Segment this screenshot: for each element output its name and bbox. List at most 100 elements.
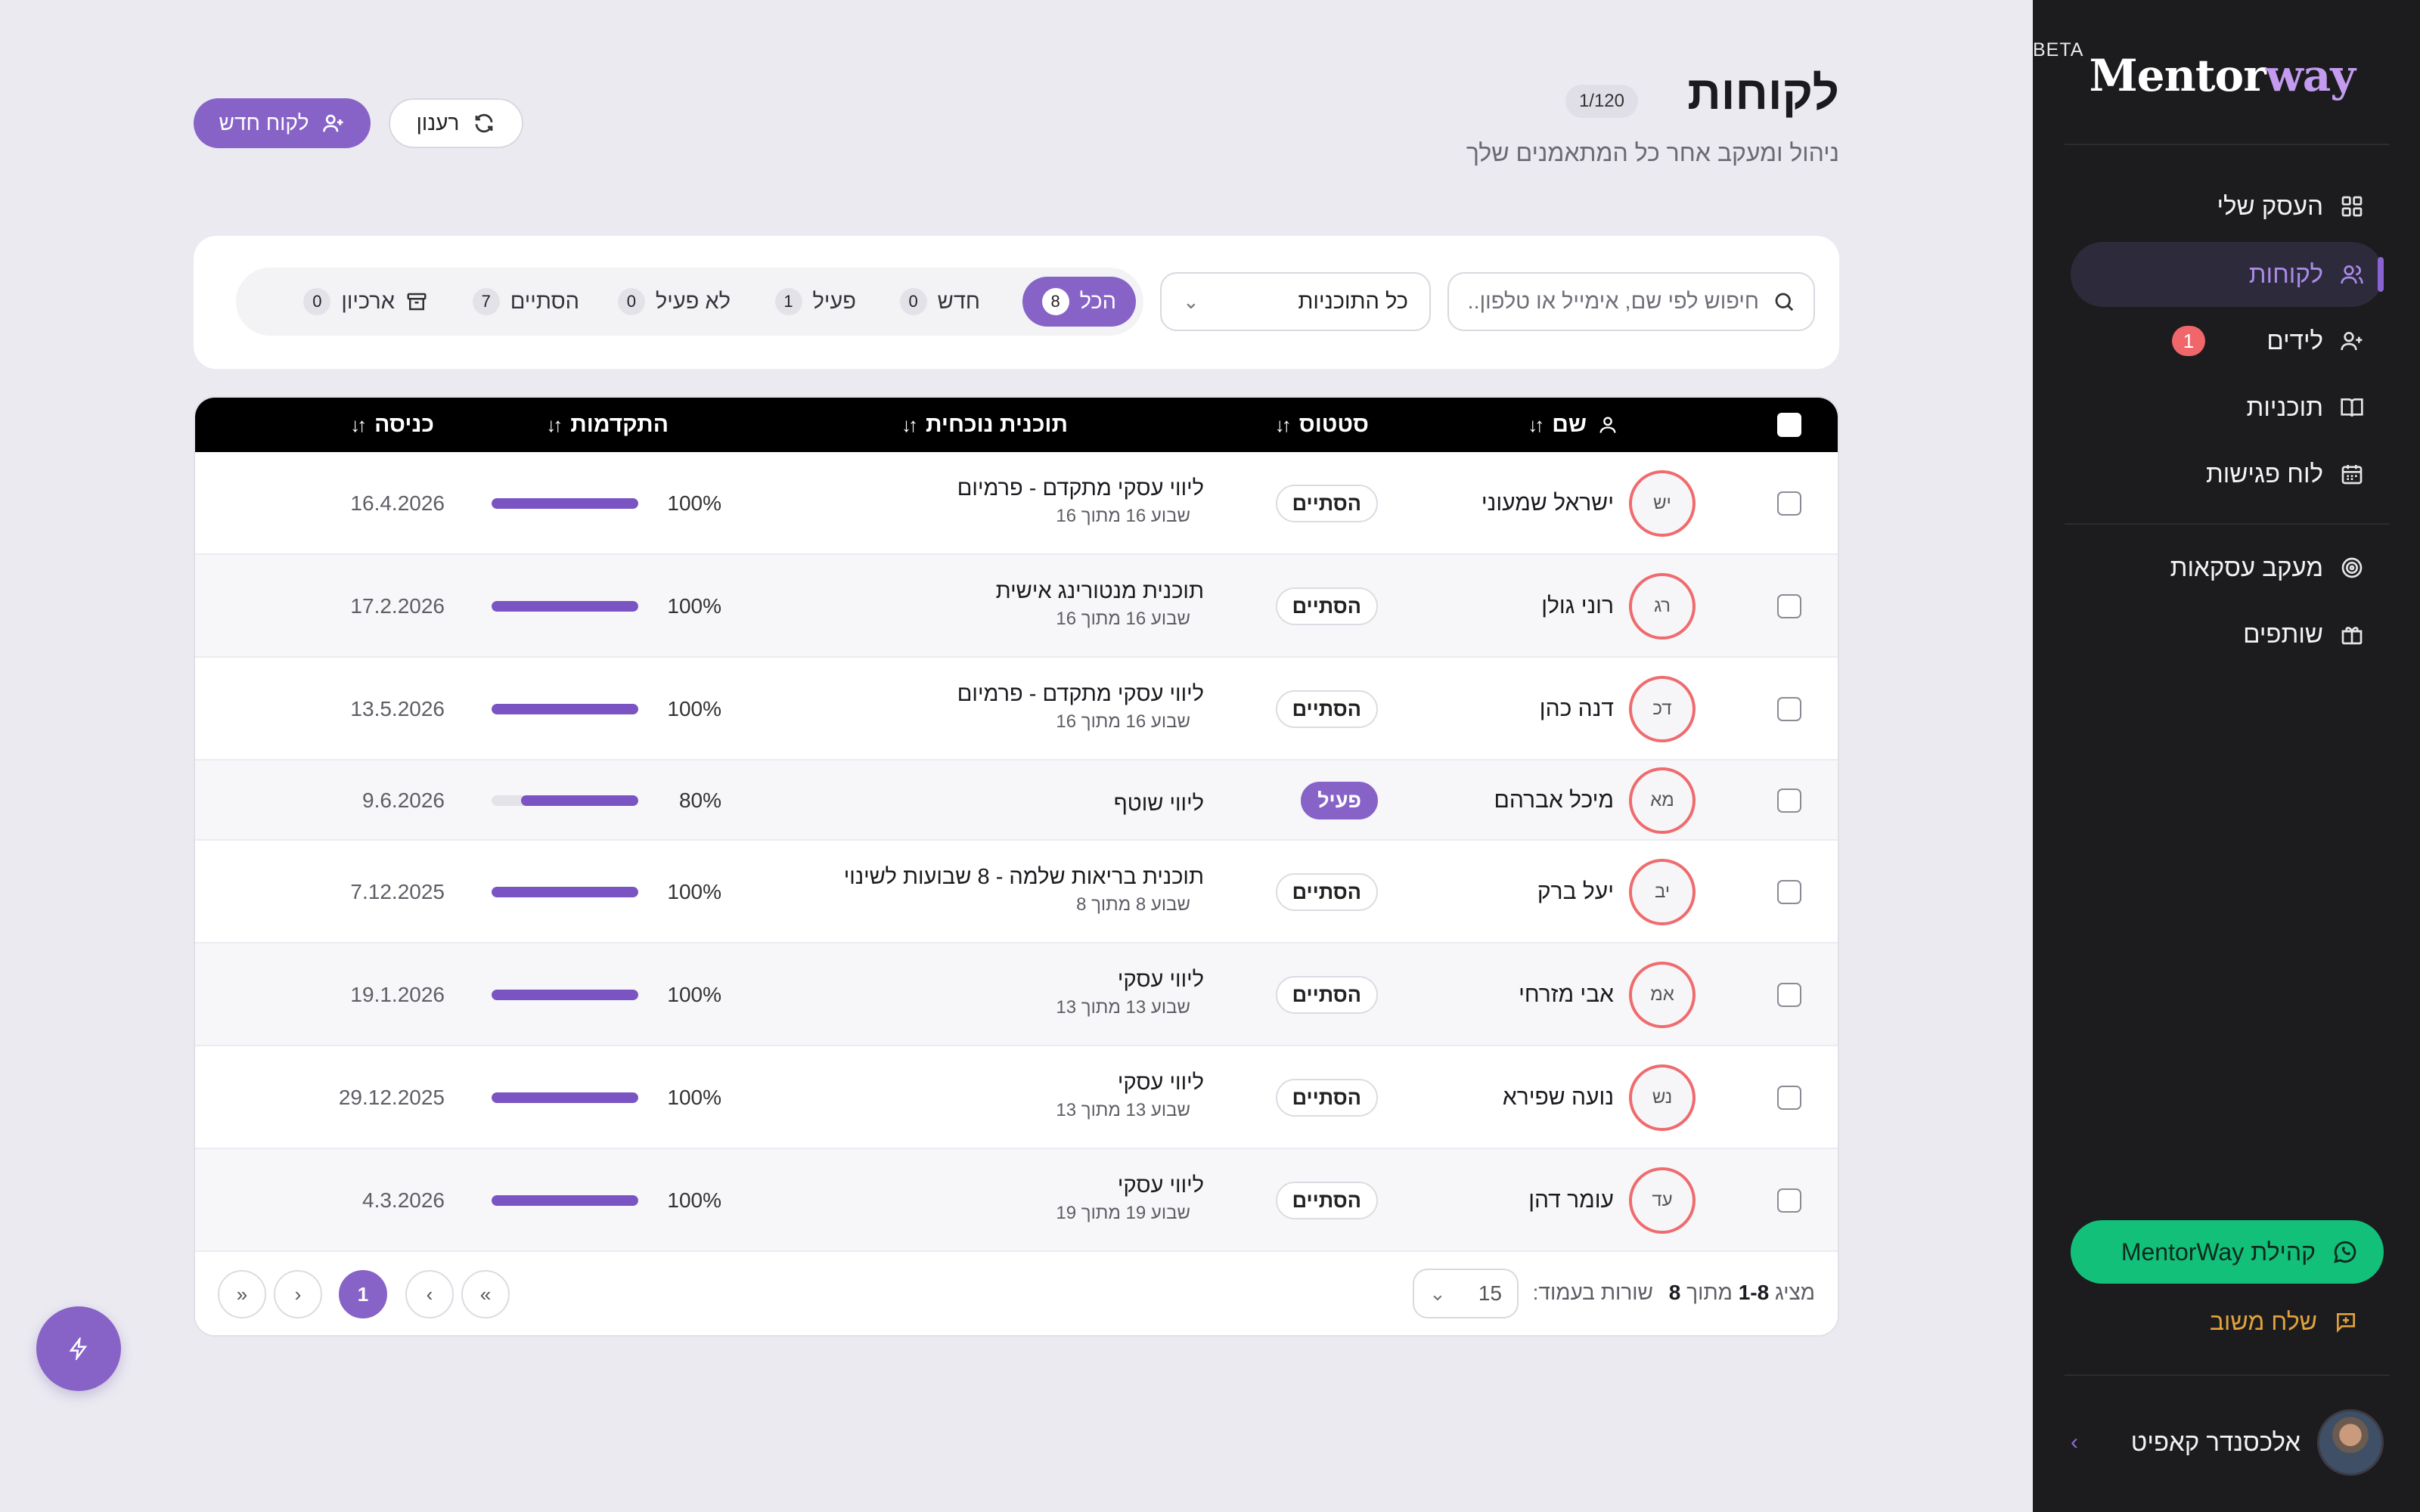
add-client-button[interactable]: לקוח חדש [194, 98, 371, 148]
showing-range: 1-8 [1738, 1281, 1770, 1304]
app-root: Mentorway BETA העסק שלי לקוחות לידים 1 ת… [0, 0, 2420, 1512]
avatar: עד [1629, 1167, 1696, 1234]
column-name[interactable]: שם ↑↓ [1528, 398, 1618, 452]
client-name[interactable]: אבי מזרחי [1519, 982, 1614, 1008]
next-page-button[interactable]: › [405, 1270, 454, 1318]
column-entry[interactable]: כניסה ↑↓ [350, 398, 434, 452]
avatar: דכ [1629, 676, 1696, 742]
plan-cell: ליווי שוטף [811, 792, 1204, 816]
sidebar-item-label: לידים [2266, 327, 2323, 355]
lightning-icon [69, 1337, 88, 1360]
table-row[interactable]: נש נועה שפירא הסתיים ליווי עסקי שבוע 13 … [195, 1046, 1838, 1149]
avatar: מא [1629, 767, 1696, 834]
plan-cell: ליווי עסקי שבוע 13 מתוך 13 [811, 1070, 1204, 1121]
progress-bar-fill [492, 1195, 638, 1206]
grid-icon [2341, 196, 2363, 217]
community-button[interactable]: קהילת MentorWay [2071, 1220, 2384, 1284]
progress-bar-fill [492, 887, 638, 897]
row-checkbox[interactable] [1777, 983, 1801, 1007]
chevron-left-icon: ‹ [294, 1282, 302, 1306]
sidebar-divider [2065, 1374, 2390, 1376]
row-checkbox[interactable] [1777, 491, 1801, 516]
table-row[interactable]: עד עומר דהן הסתיים ליווי עסקי שבוע 19 מת… [195, 1149, 1838, 1252]
pagination: מציג 1-8 מתוך 8 שורות בעמוד: 15 ⌄ « ‹ 1 … [195, 1252, 1838, 1335]
rows-per-page-select[interactable]: 15 ⌄ [1413, 1269, 1519, 1318]
tab-count: 0 [617, 288, 645, 315]
plan-cell: ליווי עסקי שבוע 13 מתוך 13 [811, 968, 1204, 1018]
avatar-initials: מא [1650, 790, 1674, 810]
logo[interactable]: Mentorway BETA [2033, 39, 2356, 106]
client-name[interactable]: עומר דהן [1528, 1188, 1614, 1213]
tab-new[interactable]: חדש 0 [880, 277, 1000, 327]
row-checkbox[interactable] [1777, 697, 1801, 721]
row-checkbox[interactable] [1777, 789, 1801, 813]
tab-all[interactable]: הכל 8 [1022, 277, 1136, 327]
showing-summary: מציג 1-8 מתוך 8 [1669, 1281, 1815, 1305]
table-row[interactable]: רג רוני גולן הסתיים תוכנית מנטורינג אישי… [195, 555, 1838, 658]
progress-percent: 100% [667, 880, 721, 903]
column-status-label: סטטוס [1298, 412, 1369, 437]
table-row[interactable]: יש ישראל שמעוני הסתיים ליווי עסקי מתקדם … [195, 452, 1838, 555]
table-header: שם ↑↓ סטטוס ↑↓ תוכנית נוכחית ↑↓ התקדמות … [195, 398, 1838, 452]
quick-action-button[interactable] [36, 1306, 121, 1391]
progress-bar [492, 498, 638, 509]
tab-active[interactable]: פעיל 1 [755, 277, 876, 327]
plan-filter-select[interactable]: כל התוכניות ⌄ [1160, 272, 1431, 331]
client-name[interactable]: רוני גולן [1541, 593, 1614, 619]
user-profile[interactable]: אלכסנדר קאפיט › [2066, 1408, 2384, 1477]
sidebar-item-programs[interactable]: תוכניות [2071, 375, 2384, 440]
plan-name: ליווי עסקי מתקדם - פרמיום [957, 476, 1204, 500]
client-name[interactable]: ישראל שמעוני [1481, 491, 1614, 516]
gift-icon [2341, 627, 2363, 645]
sidebar-item-business[interactable]: העסק שלי [2071, 174, 2384, 239]
table-row[interactable]: מא מיכל אברהם פעיל ליווי שוטף 80% 9.6.20… [195, 761, 1838, 841]
row-checkbox[interactable] [1777, 1086, 1801, 1110]
user-icon [1599, 417, 1616, 433]
client-name[interactable]: יעל ברק [1537, 879, 1614, 905]
tab-inactive[interactable]: לא פעיל 0 [598, 277, 750, 327]
row-checkbox[interactable] [1777, 880, 1801, 904]
client-name[interactable]: מיכל אברהם [1494, 788, 1614, 813]
row-checkbox[interactable] [1777, 594, 1801, 618]
sidebar-item-label: לקוחות [2248, 260, 2323, 288]
sort-icon: ↑↓ [901, 413, 918, 436]
sidebar-item-partners[interactable]: שותפים [2071, 602, 2384, 667]
progress-percent: 100% [667, 1086, 721, 1109]
last-page-button[interactable]: » [461, 1270, 510, 1318]
chevron-right-icon: › [426, 1282, 433, 1306]
select-all-checkbox[interactable] [1777, 413, 1801, 437]
column-name-label: שם [1552, 412, 1587, 437]
plan-name: תוכנית בריאות שלמה - 8 שבועות לשינוי [843, 865, 1204, 889]
page-button-current[interactable]: 1 [339, 1270, 387, 1318]
status-badge: הסתיים [1275, 873, 1378, 911]
tab-completed[interactable]: הסתיים 7 [453, 277, 599, 327]
table-row[interactable]: יב יעל ברק הסתיים תוכנית בריאות שלמה - 8… [195, 841, 1838, 943]
tab-archive[interactable]: ארכיון 0 [284, 277, 448, 327]
row-checkbox[interactable] [1777, 1188, 1801, 1213]
plan-name: ליווי עסקי [1117, 968, 1204, 992]
feedback-button[interactable]: שלח משוב [2210, 1308, 2384, 1336]
column-status[interactable]: סטטוס ↑↓ [1275, 398, 1369, 452]
plan-name: ליווי שוטף [1113, 792, 1204, 816]
client-name[interactable]: דנה כהן [1540, 696, 1614, 722]
users-icon [2341, 265, 2363, 284]
column-plan[interactable]: תוכנית נוכחית ↑↓ [901, 398, 1068, 452]
search-input[interactable]: חיפוש לפי שם, אימייל או טלפון.. [1447, 272, 1815, 331]
sidebar-item-clients[interactable]: לקוחות [2071, 242, 2384, 307]
table-row[interactable]: דכ דנה כהן הסתיים ליווי עסקי מתקדם - פרמ… [195, 658, 1838, 761]
avatar: אמ [1629, 962, 1696, 1028]
sidebar-item-leads[interactable]: לידים 1 [2071, 308, 2384, 373]
table-row[interactable]: אמ אבי מזרחי הסתיים ליווי עסקי שבוע 13 מ… [195, 943, 1838, 1046]
column-progress[interactable]: התקדמות ↑↓ [546, 398, 669, 452]
prev-page-button[interactable]: ‹ [274, 1270, 322, 1318]
progress-bar-fill [492, 990, 638, 1000]
status-badge: הסתיים [1275, 1079, 1378, 1117]
first-page-button[interactable]: « [218, 1270, 266, 1318]
client-name[interactable]: נועה שפירא [1503, 1085, 1614, 1111]
progress-bar [492, 795, 638, 806]
status-badge: הסתיים [1275, 1182, 1378, 1219]
refresh-button[interactable]: רענון [389, 98, 523, 148]
sidebar-item-deals[interactable]: מעקב עסקאות [2071, 535, 2384, 600]
sidebar-item-meetings[interactable]: לוח פגישות [2071, 442, 2384, 507]
entry-date: 17.2.2026 [350, 594, 445, 618]
